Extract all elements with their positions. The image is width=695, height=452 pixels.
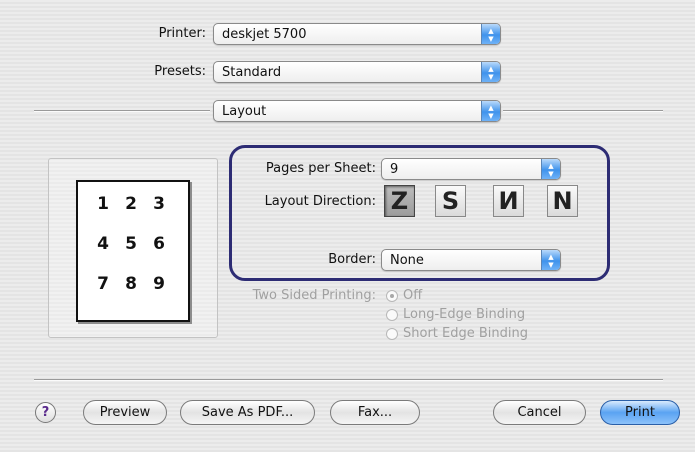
two-sided-off-label: Off xyxy=(403,288,423,303)
pages-per-sheet-label: Pages per Sheet: xyxy=(265,161,376,176)
border-popup[interactable]: None ▲ ▼ xyxy=(381,249,561,271)
border-label: Border: xyxy=(328,252,376,267)
preview-page-number: 8 xyxy=(125,274,137,294)
preview-page-number: 2 xyxy=(125,194,137,214)
reverse-n-order-icon: И xyxy=(498,187,519,215)
n-order-icon: N xyxy=(552,187,573,215)
popup-arrows-icon: ▲ ▼ xyxy=(481,24,500,44)
preview-page-number: 9 xyxy=(153,274,165,294)
pages-per-sheet-value: 9 xyxy=(390,162,399,177)
two-sided-long-edge-radio[interactable] xyxy=(386,309,398,321)
printer-value: deskjet 5700 xyxy=(222,27,307,42)
two-sided-off-radio[interactable] xyxy=(386,290,398,302)
two-sided-long-edge-label: Long-Edge Binding xyxy=(403,307,526,322)
preview-page-number: 3 xyxy=(153,194,165,214)
popup-arrows-icon: ▲ ▼ xyxy=(481,62,500,82)
layout-direction-reverse-n-button[interactable]: И xyxy=(493,185,524,217)
print-button[interactable]: Print xyxy=(600,400,680,425)
preview-page-number: 5 xyxy=(125,234,137,254)
radio-selected-dot xyxy=(390,294,394,298)
popup-arrows-icon: ▲ ▼ xyxy=(481,101,500,121)
panel-value: Layout xyxy=(222,104,267,119)
presets-label: Presets: xyxy=(154,64,206,79)
preview-page-number: 7 xyxy=(97,274,109,294)
popup-arrows-icon: ▲ ▼ xyxy=(541,159,560,179)
top-separator-right xyxy=(503,110,663,112)
pages-per-sheet-popup[interactable]: 9 ▲ ▼ xyxy=(381,158,561,180)
preview-page-number: 1 xyxy=(97,194,109,214)
popup-arrows-icon: ▲ ▼ xyxy=(541,250,560,270)
top-separator-left xyxy=(34,110,210,112)
two-sided-short-edge-radio[interactable] xyxy=(386,328,398,340)
fax-button[interactable]: Fax... xyxy=(330,400,420,425)
cancel-button[interactable]: Cancel xyxy=(493,400,586,425)
layout-direction-reverse-z-button[interactable]: S xyxy=(435,185,466,217)
printer-label: Printer: xyxy=(158,26,206,41)
preview-grid: 1 2 3 4 5 6 7 8 9 xyxy=(92,194,170,314)
layout-direction-label: Layout Direction: xyxy=(264,194,376,209)
border-value: None xyxy=(390,253,424,268)
layout-direction-z-button[interactable]: Z xyxy=(384,185,415,217)
two-sided-short-edge-label: Short Edge Binding xyxy=(403,326,528,341)
bottom-separator xyxy=(34,379,663,381)
two-sided-label: Two Sided Printing: xyxy=(252,288,376,303)
z-order-icon: Z xyxy=(390,187,409,215)
preview-page-number: 4 xyxy=(97,234,109,254)
presets-value: Standard xyxy=(222,65,282,80)
help-button[interactable]: ? xyxy=(35,402,56,423)
printer-popup[interactable]: deskjet 5700 ▲ ▼ xyxy=(213,23,501,45)
layout-direction-n-button[interactable]: N xyxy=(547,185,578,217)
preview-page-number: 6 xyxy=(153,234,165,254)
preview-button[interactable]: Preview xyxy=(83,400,167,425)
save-as-pdf-button[interactable]: Save As PDF... xyxy=(180,400,315,425)
presets-popup[interactable]: Standard ▲ ▼ xyxy=(213,61,501,83)
reverse-z-order-icon: S xyxy=(441,187,460,215)
panel-popup[interactable]: Layout ▲ ▼ xyxy=(213,100,501,122)
layout-preview-sheet: 1 2 3 4 5 6 7 8 9 xyxy=(76,180,190,322)
